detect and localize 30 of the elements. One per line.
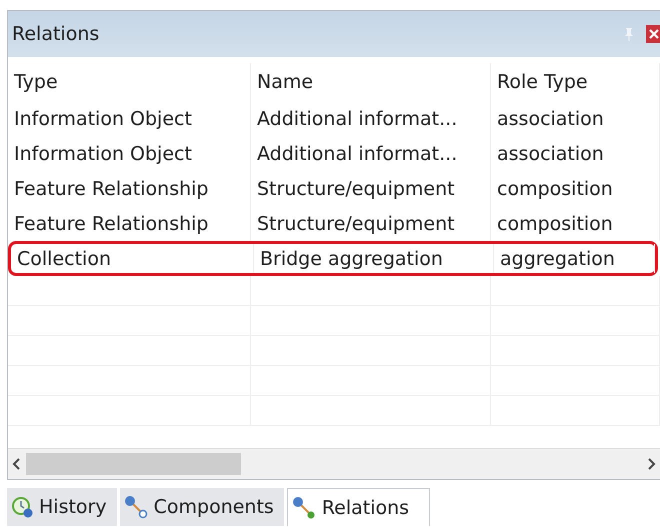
- table-cell: Additional informat...: [251, 101, 491, 136]
- link-nodes-icon: [292, 496, 316, 520]
- table-cell: composition: [491, 171, 660, 206]
- table-cell: Additional informat...: [251, 136, 491, 171]
- table-cell: Information Object: [8, 136, 251, 171]
- table-cell: aggregation: [494, 244, 655, 273]
- table-cell: Collection: [11, 244, 254, 273]
- column-header[interactable]: Type: [8, 63, 251, 101]
- table-cell: composition: [491, 206, 660, 241]
- clock-icon: [11, 496, 33, 518]
- close-icon[interactable]: [646, 25, 660, 43]
- horizontal-scrollbar[interactable]: [8, 448, 660, 479]
- table-cell: Feature Relationship: [8, 206, 251, 241]
- table-cell: Bridge aggregation: [254, 244, 494, 273]
- table-cell: association: [491, 136, 660, 171]
- table-cell: Structure/equipment: [251, 171, 491, 206]
- window-title: Relations: [12, 23, 100, 45]
- table-cell: association: [491, 101, 660, 136]
- scroll-right-icon[interactable]: [646, 457, 656, 471]
- scroll-left-icon[interactable]: [12, 457, 22, 471]
- table-cell: Structure/equipment: [251, 206, 491, 241]
- table-cell: Information Object: [8, 101, 251, 136]
- column-header[interactable]: Role Type: [491, 63, 660, 101]
- link-nodes-icon: [124, 495, 148, 519]
- tab[interactable]: Components: [120, 488, 284, 526]
- scroll-thumb[interactable]: [26, 453, 241, 475]
- column-header[interactable]: Name: [251, 63, 491, 101]
- table-cell: Feature Relationship: [8, 171, 251, 206]
- tab[interactable]: Relations: [286, 488, 430, 526]
- tab[interactable]: History: [7, 488, 117, 526]
